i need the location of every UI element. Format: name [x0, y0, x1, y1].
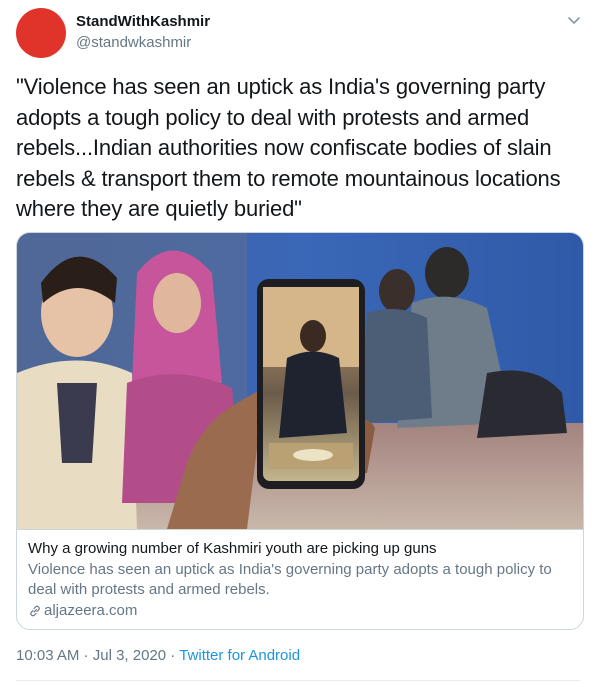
author-handle[interactable]: @standwkashmir [76, 33, 210, 53]
link-icon [30, 605, 40, 617]
avatar[interactable] [16, 8, 66, 58]
card-title[interactable]: Why a growing number of Kashmiri youth a… [28, 539, 574, 559]
meta-separator: · [166, 647, 180, 664]
tweet-author[interactable]: StandWithKashmir @standwkashmir [76, 12, 210, 53]
card-body[interactable]: Why a growing number of Kashmiri youth a… [17, 529, 583, 629]
tweet: StandWithKashmir @standwkashmir "Violenc… [0, 0, 596, 682]
chevron-down-icon [568, 17, 580, 24]
author-display-name[interactable]: StandWithKashmir [76, 12, 210, 32]
card-domain-text[interactable]: aljazeera.com [44, 601, 137, 621]
tweet-menu-button[interactable] [564, 10, 584, 30]
tweet-text: "Violence has seen an uptick as India's … [16, 74, 561, 221]
divider [16, 680, 580, 681]
card-image[interactable] [17, 233, 583, 529]
card-domain[interactable]: aljazeera.com [28, 601, 574, 621]
link-card[interactable]: Why a growing number of Kashmiri youth a… [16, 232, 584, 630]
photo-of-hand-holding-phone-icon [17, 233, 583, 529]
tweet-meta: 10:03 AM · Jul 3, 2020 · Twitter for And… [16, 646, 300, 666]
tweet-source-link[interactable]: Twitter for Android [179, 647, 300, 664]
tweet-date[interactable]: Jul 3, 2020 [93, 647, 166, 664]
tweet-time[interactable]: 10:03 AM [16, 647, 79, 664]
card-description: Violence has seen an uptick as India's g… [28, 561, 552, 598]
meta-separator: · [79, 647, 93, 664]
